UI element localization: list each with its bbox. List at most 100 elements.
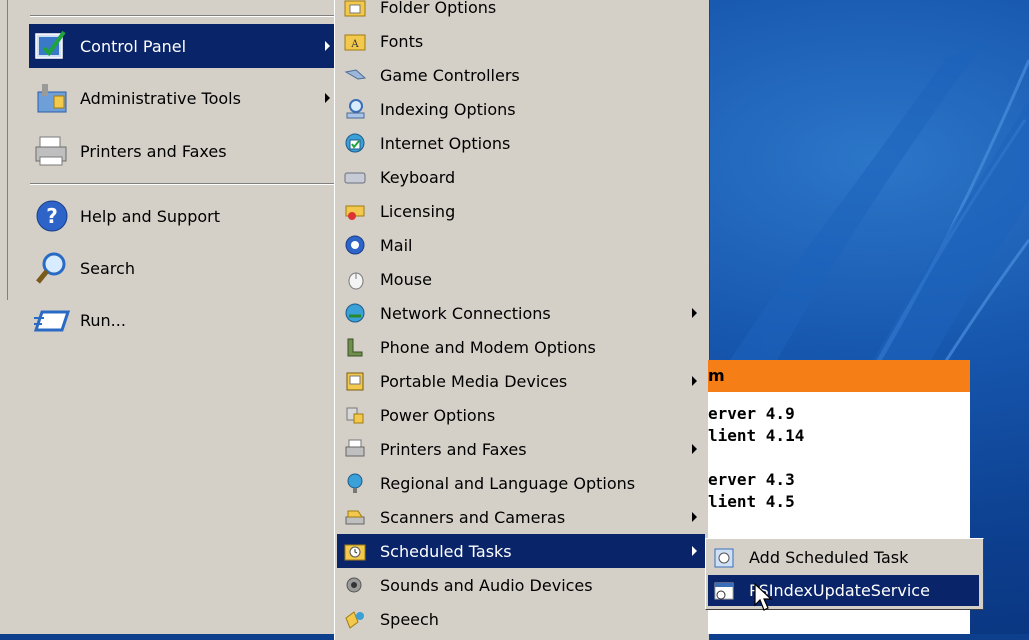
cp-item-label: Power Options (380, 405, 496, 425)
portable-media-icon (343, 369, 367, 393)
start-item-label: Administrative Tools (80, 88, 241, 108)
cp-item-network-connections[interactable]: Network Connections (337, 296, 705, 330)
start-item-printers-and-faxes[interactable]: Printers and Faxes (29, 129, 334, 173)
start-item-search[interactable]: Search (29, 246, 334, 290)
cp-item-label: Mail (380, 235, 413, 255)
printer-icon (32, 131, 72, 171)
submenu-arrow-icon (692, 546, 697, 556)
cp-item-licensing[interactable]: Licensing (337, 194, 705, 228)
mail-icon (343, 233, 367, 257)
submenu-arrow-icon (325, 41, 330, 51)
keyboard-icon (343, 165, 367, 189)
menu-separator (30, 15, 334, 17)
control-panel-submenu: Folder Options A Fonts Game Controllers … (334, 0, 710, 640)
st-item-label: Add Scheduled Task (749, 548, 909, 567)
start-item-control-panel[interactable]: Control Panel (29, 24, 334, 68)
run-icon (32, 300, 72, 340)
st-item-psindexupdateservice[interactable]: PSIndexUpdateService (708, 575, 979, 606)
cp-item-regional-and-language-options[interactable]: Regional and Language Options (337, 466, 705, 500)
cp-item-label: Portable Media Devices (380, 371, 568, 391)
cp-item-label: Internet Options (380, 133, 511, 153)
start-item-label: Printers and Faxes (80, 141, 227, 161)
start-item-label: Help and Support (80, 206, 220, 226)
cp-item-mouse[interactable]: Mouse (337, 262, 705, 296)
network-icon (343, 301, 367, 325)
licensing-icon (343, 199, 367, 223)
printer-icon (343, 437, 367, 461)
start-item-help-and-support[interactable]: ? Help and Support (29, 194, 334, 238)
cp-item-label: Speech (380, 609, 439, 629)
mouse-icon (343, 267, 367, 291)
version-line: erver 4.3 (708, 470, 795, 489)
cp-item-label: Fonts (380, 31, 424, 51)
version-line: lient 4.5 (708, 492, 795, 511)
cp-item-portable-media-devices[interactable]: Portable Media Devices (337, 364, 705, 398)
cp-item-mail[interactable]: Mail (337, 228, 705, 262)
cp-item-label: Mouse (380, 269, 432, 289)
submenu-arrow-icon (692, 444, 697, 454)
search-icon (32, 248, 72, 288)
cp-item-label: Game Controllers (380, 65, 520, 85)
cp-item-power-options[interactable]: Power Options (337, 398, 705, 432)
start-item-run[interactable]: Run... (29, 298, 334, 342)
cp-item-folder-options[interactable]: Folder Options (337, 0, 705, 24)
cp-item-label: Sounds and Audio Devices (380, 575, 593, 595)
svg-text:?: ? (46, 204, 58, 228)
mouse-pointer-icon (754, 583, 773, 611)
scheduled-tasks-icon (343, 539, 367, 563)
background-window-title: m (708, 366, 725, 385)
cp-item-keyboard[interactable]: Keyboard (337, 160, 705, 194)
speech-icon (343, 607, 367, 631)
admin-tools-icon (32, 78, 72, 118)
menu-separator (30, 183, 334, 185)
scheduled-tasks-submenu: Add Scheduled Task PSIndexUpdateService (705, 538, 984, 610)
version-line: erver 4.9 (708, 404, 795, 423)
folder-options-icon (343, 0, 367, 19)
start-item-administrative-tools[interactable]: Administrative Tools (29, 76, 334, 120)
cp-item-label: Regional and Language Options (380, 473, 636, 493)
cp-item-game-controllers[interactable]: Game Controllers (337, 58, 705, 92)
cp-item-sounds-and-audio-devices[interactable]: Sounds and Audio Devices (337, 568, 705, 602)
control-panel-icon (32, 26, 72, 66)
cp-item-internet-options[interactable]: Internet Options (337, 126, 705, 160)
cp-item-label: Scanners and Cameras (380, 507, 566, 527)
speaker-icon (343, 573, 367, 597)
cp-item-scanners-and-cameras[interactable]: Scanners and Cameras (337, 500, 705, 534)
help-icon: ? (32, 196, 72, 236)
st-item-add-scheduled-task[interactable]: Add Scheduled Task (708, 542, 979, 573)
cp-item-label: Licensing (380, 201, 456, 221)
add-task-icon (713, 547, 735, 569)
cp-item-fonts[interactable]: A Fonts (337, 24, 705, 58)
globe-icon (343, 471, 367, 495)
submenu-arrow-icon (692, 376, 697, 386)
cp-item-label: Folder Options (380, 0, 497, 17)
internet-options-icon (343, 131, 367, 155)
cp-item-phone-and-modem-options[interactable]: Phone and Modem Options (337, 330, 705, 364)
indexing-icon (343, 97, 367, 121)
cp-item-printers-and-faxes[interactable]: Printers and Faxes (337, 432, 705, 466)
cp-item-label: Printers and Faxes (380, 439, 527, 459)
cp-item-label: Scheduled Tasks (380, 541, 512, 561)
task-clock-icon (713, 580, 735, 602)
background-window-titlebar: m (708, 360, 970, 392)
start-item-label: Control Panel (80, 36, 187, 56)
version-line: lient 4.14 (708, 426, 805, 445)
cp-item-label: Network Connections (380, 303, 551, 323)
st-item-label: PSIndexUpdateService (749, 581, 930, 600)
start-menu: Control Panel Administrative Tools Print… (0, 0, 337, 634)
start-item-label: Run... (80, 310, 126, 330)
cp-item-label: Phone and Modem Options (380, 337, 596, 357)
phone-icon (343, 335, 367, 359)
svg-text:A: A (350, 39, 359, 50)
menu-border-line (7, 0, 8, 300)
cp-item-indexing-options[interactable]: Indexing Options (337, 92, 705, 126)
cp-item-scheduled-tasks[interactable]: Scheduled Tasks (337, 534, 705, 568)
fonts-folder-icon: A (343, 29, 367, 53)
start-item-label: Search (80, 258, 135, 278)
cp-item-speech[interactable]: Speech (337, 602, 705, 636)
submenu-arrow-icon (692, 308, 697, 318)
submenu-arrow-icon (325, 93, 330, 103)
power-icon (343, 403, 367, 427)
cp-item-label: Indexing Options (380, 99, 516, 119)
game-controller-icon (343, 63, 367, 87)
